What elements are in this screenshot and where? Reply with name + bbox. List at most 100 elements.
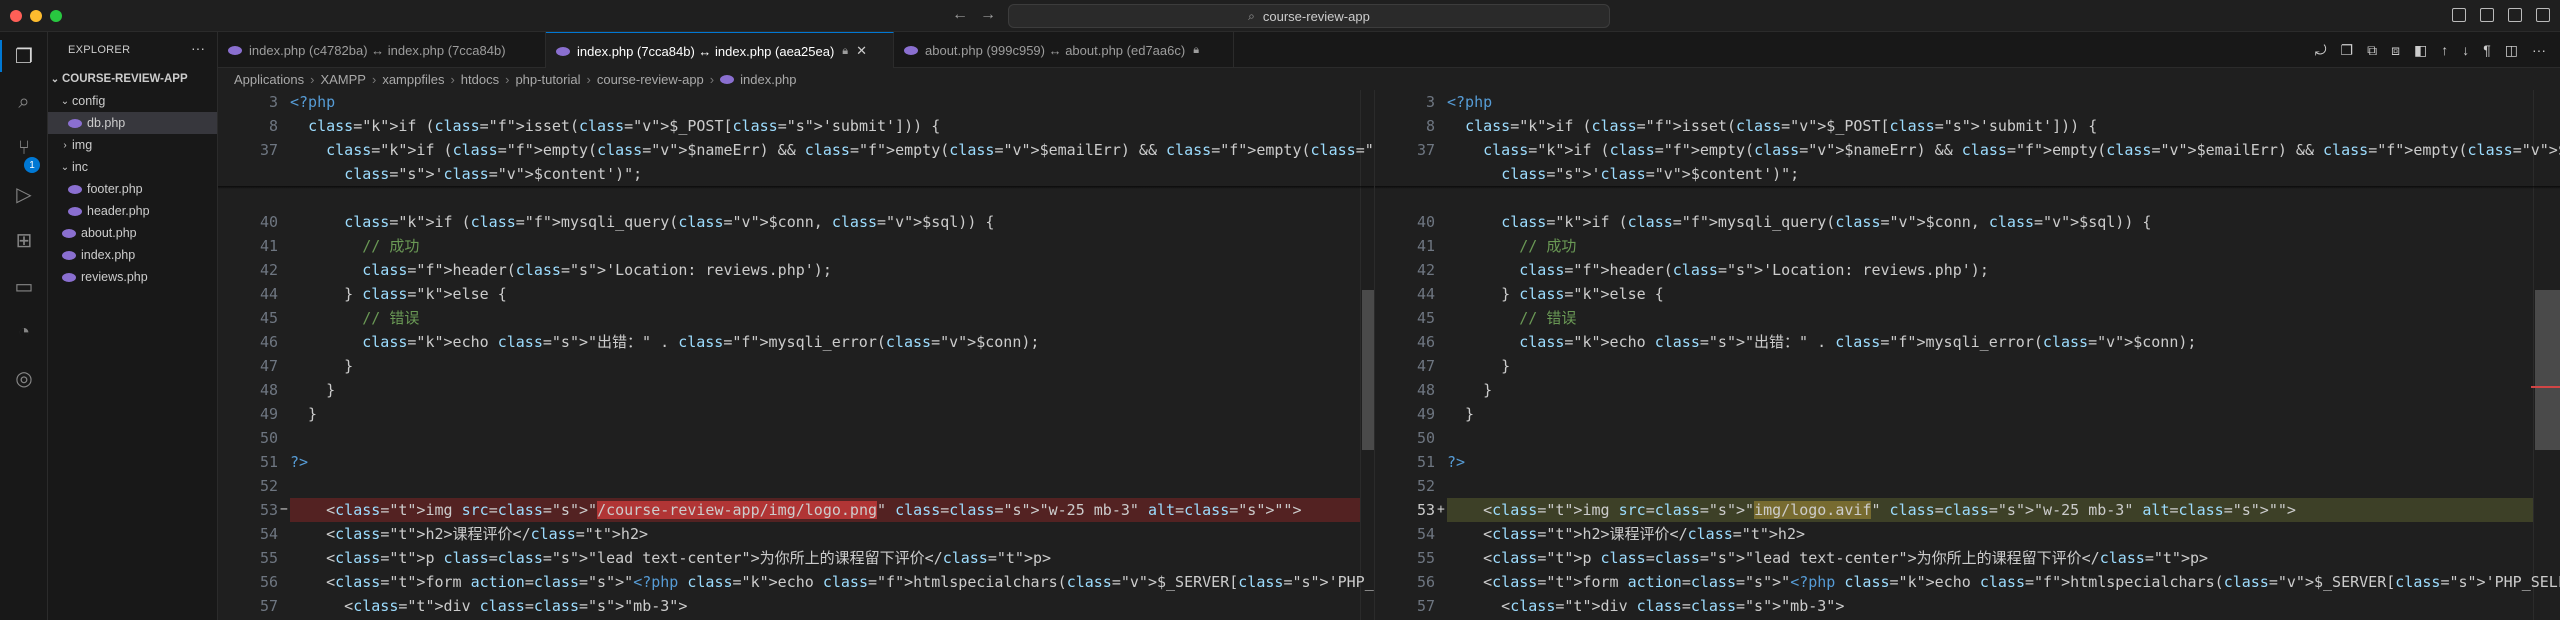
explorer-root[interactable]: ⌄ COURSE-REVIEW-APP bbox=[48, 68, 217, 90]
tree-file-footer-php[interactable]: footer.php bbox=[48, 178, 217, 200]
tree-file-index-php[interactable]: index.php bbox=[48, 244, 217, 266]
code-line[interactable]: 55 <class="t">p class=class="s">"lead te… bbox=[1375, 546, 2533, 570]
code-line[interactable]: 52 bbox=[1375, 474, 2533, 498]
search-icon[interactable]: ⌕ bbox=[12, 90, 36, 114]
code-line[interactable]: 49 } bbox=[1375, 402, 2533, 426]
tree-file-header-php[interactable]: header.php bbox=[48, 200, 217, 222]
breadcrumb-item[interactable]: Applications bbox=[234, 72, 304, 87]
run-debug-icon[interactable]: ▷ bbox=[12, 182, 36, 206]
tree-file-db-php[interactable]: db.php bbox=[48, 112, 217, 134]
code-line[interactable]: 40 class="k">if (class="f">mysqli_query(… bbox=[1375, 210, 2533, 234]
scroll-thumb[interactable] bbox=[2535, 290, 2560, 450]
forward-arrow-icon[interactable]: → bbox=[980, 6, 996, 24]
code-line[interactable]: 46 class="k">echo class="s">"出错：" . clas… bbox=[1375, 330, 2533, 354]
git-graph-icon[interactable]: ◎ bbox=[12, 366, 36, 390]
code-line[interactable]: 51 ?> bbox=[1375, 450, 2533, 474]
more-actions-icon[interactable]: ··· bbox=[2532, 42, 2546, 59]
code-line[interactable]: 50 bbox=[1375, 426, 2533, 450]
tree-file-reviews-php[interactable]: reviews.php bbox=[48, 266, 217, 288]
right-scrollbar[interactable] bbox=[2531, 90, 2560, 620]
previous-change-icon[interactable]: ↑ bbox=[2441, 42, 2448, 59]
code-line[interactable]: 42 class="f">header(class="s">'Location:… bbox=[218, 258, 1360, 282]
tree-folder-config[interactable]: ⌄ config bbox=[48, 90, 217, 112]
tab-index-7cca84b[interactable]: index.php (7cca84b) ↔ index.php (aea25ea… bbox=[546, 32, 894, 69]
open-changes-icon[interactable]: ⤾ bbox=[2315, 42, 2327, 59]
breadcrumb-item[interactable]: course-review-app bbox=[597, 72, 704, 87]
extensions-icon[interactable]: ⊞ bbox=[12, 228, 36, 252]
code-line[interactable]: 49 } bbox=[218, 402, 1360, 426]
code-line[interactable]: 52 bbox=[218, 474, 1360, 498]
code-line[interactable]: 40 class="k">if (class="f">mysqli_query(… bbox=[218, 210, 1360, 234]
tab-about-999c959[interactable]: about.php (999c959) ↔ about.php (ed7aa6c… bbox=[894, 32, 1234, 68]
copy-icon[interactable]: ⧉ bbox=[2367, 42, 2377, 59]
code-line[interactable]: 48 } bbox=[218, 378, 1360, 402]
code-line[interactable]: 45 // 错误 bbox=[1375, 306, 2533, 330]
code-line[interactable]: 50 bbox=[218, 426, 1360, 450]
breadcrumb-item[interactable]: XAMPP bbox=[320, 72, 366, 87]
diff-original-pane[interactable]: 3 <?php 8 class="k">if (class="f">isset(cl… bbox=[218, 90, 1374, 620]
toggle-panel-icon[interactable] bbox=[2480, 8, 2494, 22]
left-scrollbar[interactable] bbox=[1360, 90, 1374, 620]
minimize-window-button[interactable] bbox=[30, 10, 42, 22]
code-line[interactable]: 46 class="k">echo class="s">"出错：" . clas… bbox=[218, 330, 1360, 354]
breadcrumb-item[interactable]: php-tutorial bbox=[515, 72, 580, 87]
code-line[interactable]: 3 <?php bbox=[218, 90, 1360, 114]
more-actions-icon[interactable]: ··· bbox=[191, 40, 205, 56]
code-line[interactable]: 51 ?> bbox=[218, 450, 1360, 474]
split-editor-icon[interactable]: ◫ bbox=[2505, 42, 2518, 59]
breadcrumb-item[interactable]: xamppfiles bbox=[382, 72, 444, 87]
toggle-sidebar-icon[interactable] bbox=[2452, 8, 2466, 22]
back-arrow-icon[interactable]: ← bbox=[952, 6, 968, 24]
command-center[interactable]: ⌕ course-review-app bbox=[1008, 4, 1610, 28]
line-number: 44 bbox=[259, 285, 278, 303]
breadcrumb-item[interactable]: htdocs bbox=[461, 72, 499, 87]
close-icon[interactable]: ✕ bbox=[856, 43, 867, 59]
maximize-window-button[interactable] bbox=[50, 10, 62, 22]
code-line[interactable]: 56 <class="t">form action=class="s">"<?p… bbox=[218, 570, 1374, 594]
code-line[interactable]: 41 // 成功 bbox=[1375, 234, 2533, 258]
customize-layout-icon[interactable] bbox=[2536, 8, 2550, 22]
code-line[interactable]: 45 // 错误 bbox=[218, 306, 1360, 330]
code-line[interactable]: 57 <class="t">div class=class="s">"mb-3"… bbox=[218, 594, 1360, 618]
code-line[interactable]: class="s">'class="v">$content')"; bbox=[1375, 162, 2533, 186]
tree-file-about-php[interactable]: about.php bbox=[48, 222, 217, 244]
explorer-icon[interactable]: ❐ bbox=[12, 44, 36, 68]
breadcrumb-item[interactable]: index.php bbox=[740, 72, 796, 87]
diff-modified-pane[interactable]: 3 <?php 8 class="k">if (class="f">isset(cl… bbox=[1374, 90, 2560, 620]
code-line[interactable]: 3 <?php bbox=[1375, 90, 2533, 114]
code-line[interactable]: class="s">'class="v">$content')"; bbox=[218, 162, 1360, 186]
whitespace-icon[interactable]: ¶ bbox=[2483, 42, 2491, 59]
toggle-diff-icon[interactable]: ◧ bbox=[2414, 42, 2427, 59]
code-line[interactable]: 54 <class="t">h2>课程评价</class="t">h2> bbox=[1375, 522, 2533, 546]
tab-index-c4782ba[interactable]: index.php (c4782ba) ↔ index.php (7cca84b… bbox=[218, 32, 546, 68]
code-line[interactable]: 57 <class="t">div class=class="s">"mb-3"… bbox=[1375, 594, 2533, 618]
code-line[interactable]: 37 class="k">if (class="f">empty(class="… bbox=[218, 138, 1374, 162]
code-line[interactable]: 44 } class="k">else { bbox=[218, 282, 1360, 306]
timeline-icon[interactable]: ◔ bbox=[12, 320, 36, 344]
inline-diff-icon[interactable]: ⧈ bbox=[2391, 42, 2400, 59]
code-line[interactable]: +53 <class="t">img src=class="s">"img/lo… bbox=[1375, 498, 2533, 522]
code-line[interactable]: 47 } bbox=[218, 354, 1360, 378]
code-line[interactable]: 44 } class="k">else { bbox=[1375, 282, 2533, 306]
open-file-icon[interactable]: ❐ bbox=[2341, 42, 2354, 59]
code-line[interactable]: 55 <class="t">p class=class="s">"lead te… bbox=[218, 546, 1360, 570]
code-line[interactable]: −53 <class="t">img src=class="s">"/cours… bbox=[218, 498, 1360, 522]
code-line[interactable]: 56 <class="t">form action=class="s">"<?p… bbox=[1375, 570, 2560, 594]
tree-folder-img[interactable]: › img bbox=[48, 134, 217, 156]
code-line[interactable]: 8 class="k">if (class="f">isset(class="v… bbox=[218, 114, 1360, 138]
next-change-icon[interactable]: ↓ bbox=[2462, 42, 2469, 59]
close-window-button[interactable] bbox=[10, 10, 22, 22]
line-number: 40 bbox=[259, 213, 278, 231]
scroll-thumb[interactable] bbox=[1362, 290, 1374, 450]
toggle-secondary-sidebar-icon[interactable] bbox=[2508, 8, 2522, 22]
code-line[interactable]: 48 } bbox=[1375, 378, 2533, 402]
remote-explorer-icon[interactable]: ▭ bbox=[12, 274, 36, 298]
code-line[interactable]: 41 // 成功 bbox=[218, 234, 1360, 258]
code-line[interactable]: 42 class="f">header(class="s">'Location:… bbox=[1375, 258, 2533, 282]
code-line[interactable]: 54 <class="t">h2>课程评价</class="t">h2> bbox=[218, 522, 1360, 546]
code-line[interactable]: 37 class="k">if (class="f">empty(class="… bbox=[1375, 138, 2560, 162]
code-text: } bbox=[290, 405, 318, 423]
tree-folder-inc[interactable]: ⌄ inc bbox=[48, 156, 217, 178]
code-line[interactable]: 47 } bbox=[1375, 354, 2533, 378]
code-line[interactable]: 8 class="k">if (class="f">isset(class="v… bbox=[1375, 114, 2533, 138]
